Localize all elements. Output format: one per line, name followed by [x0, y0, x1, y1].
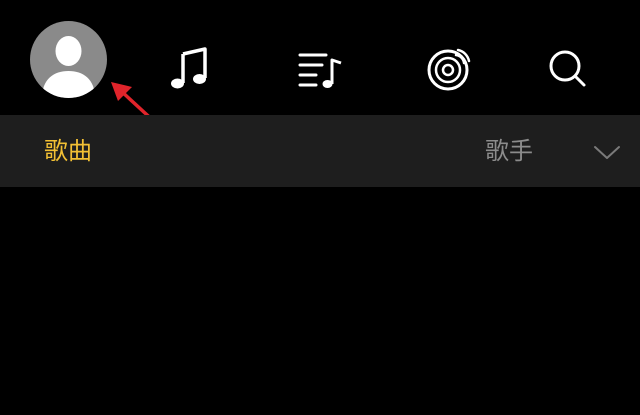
search-icon[interactable]	[544, 44, 592, 92]
top-nav-bar	[0, 0, 640, 115]
avatar-figure	[42, 36, 95, 98]
content-area	[0, 187, 640, 415]
chevron-down-icon[interactable]	[592, 137, 622, 167]
tab-singers[interactable]: 歌手	[485, 115, 533, 187]
tab-songs[interactable]: 歌曲	[44, 115, 92, 187]
music-note-icon[interactable]	[167, 44, 215, 92]
radio-disc-icon[interactable]	[425, 44, 473, 92]
category-tab-bar: 歌曲 歌手	[0, 115, 640, 187]
playlist-icon[interactable]	[296, 44, 344, 92]
user-avatar-icon[interactable]	[30, 21, 107, 98]
